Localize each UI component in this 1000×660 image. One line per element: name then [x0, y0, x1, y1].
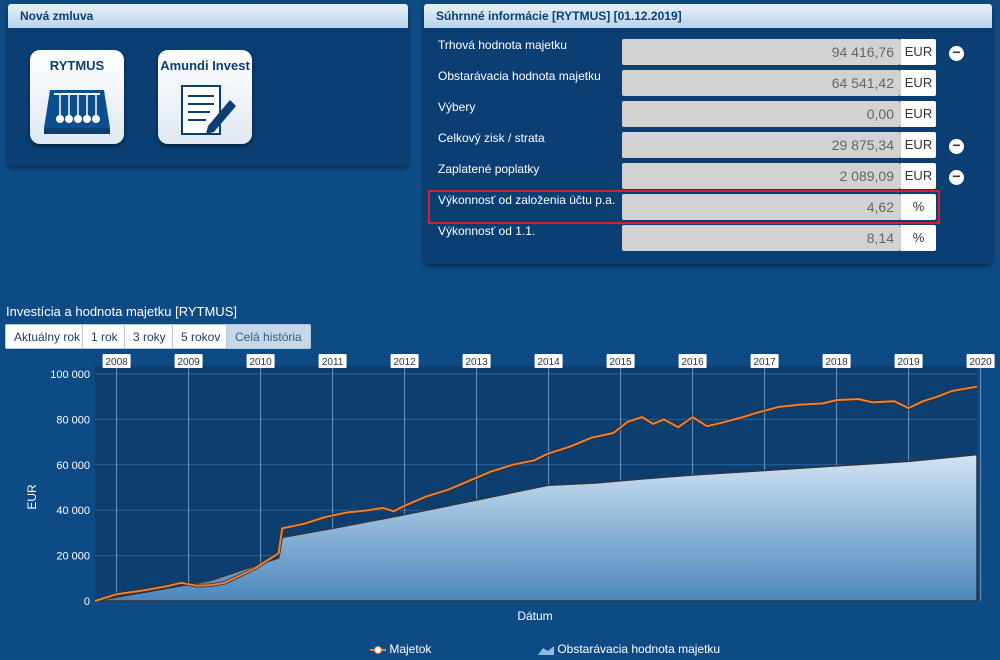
range-button-full-history[interactable]: Celá história: [226, 324, 311, 349]
x-tick-label: 2008: [105, 357, 128, 368]
summary-unit: %: [900, 225, 936, 251]
y-tick-label: 80 000: [56, 414, 90, 426]
summary-value: 2 089,09: [622, 163, 900, 189]
new-contract-panel: Nová zmluva RYTMUS Amundi Invest: [8, 4, 408, 166]
x-tick-label: 2011: [322, 357, 344, 368]
highlight-box: [428, 190, 940, 224]
summary-unit: EUR: [900, 132, 936, 158]
x-tick-label: 2019: [897, 357, 920, 368]
summary-value: 8,14: [622, 225, 900, 251]
investment-chart: 0 20 000 40 000 60 000 80 000 100 000 2008 2009…: [25, 354, 995, 623]
collapse-icon[interactable]: −: [949, 45, 964, 61]
x-axis-label: Dátum: [517, 609, 552, 623]
summary-value: 64 541,42: [622, 70, 900, 96]
x-tick-label: 2016: [681, 357, 704, 368]
summary-unit: EUR: [900, 101, 936, 127]
x-tick-label: 2020: [969, 357, 992, 368]
legend-label: Obstarávacia hodnota majetku: [557, 642, 721, 656]
summary-row-fees: Zaplatené poplatky 2 089,09 EUR −: [424, 160, 992, 189]
summary-header: Súhrnné informácie [RYTMUS] [01.12.2019]: [424, 4, 992, 28]
x-tick-label: 2009: [177, 357, 200, 368]
y-axis-label: EUR: [25, 484, 39, 510]
summary-row-profit-loss: Celkový zisk / strata 29 875,34 EUR −: [424, 129, 992, 158]
collapse-icon[interactable]: −: [949, 138, 964, 154]
x-tick-label: 2017: [753, 357, 776, 368]
amundi-invest-tile-label: Amundi Invest: [160, 58, 250, 73]
summary-value: 0,00: [622, 101, 900, 127]
summary-label: Výbery: [438, 100, 476, 114]
summary-label: Výkonnosť od 1.1.: [438, 224, 536, 238]
legend-item-acquisition[interactable]: Obstarávacia hodnota majetku: [538, 642, 720, 656]
amundi-invest-tile[interactable]: Amundi Invest: [158, 50, 252, 144]
summary-value: 29 875,34: [622, 132, 900, 158]
summary-unit: EUR: [900, 70, 936, 96]
summary-row-acquisition-value: Obstarávacia hodnota majetku 64 541,42 E…: [424, 67, 992, 96]
collapse-icon[interactable]: −: [949, 169, 964, 185]
range-button-3-years[interactable]: 3 roky: [124, 324, 175, 349]
summary-label: Obstarávacia hodnota majetku: [438, 69, 601, 83]
y-tick-label: 100 000: [50, 369, 90, 381]
range-button-1-year[interactable]: 1 rok: [82, 324, 127, 349]
summary-panel: Súhrnné informácie [RYTMUS] [01.12.2019]…: [424, 4, 992, 264]
range-button-current-year[interactable]: Aktuálny rok: [5, 324, 90, 349]
x-tick-label: 2015: [609, 357, 632, 368]
summary-value: 94 416,76: [622, 39, 900, 65]
legend-item-majetok[interactable]: Majetok: [370, 642, 431, 656]
x-tick-label: 2018: [825, 357, 848, 368]
rytmus-tile[interactable]: RYTMUS: [30, 50, 124, 144]
x-tick-label: 2013: [465, 357, 488, 368]
range-button-5-years[interactable]: 5 rokov: [172, 324, 230, 349]
new-contract-header: Nová zmluva: [8, 4, 408, 28]
summary-label: Zaplatené poplatky: [438, 162, 540, 176]
y-tick-label: 40 000: [56, 505, 90, 517]
summary-row-withdrawals: Výbery 0,00 EUR: [424, 98, 992, 127]
x-tick-label: 2010: [249, 357, 272, 368]
contract-signing-icon: [181, 85, 236, 135]
area-marker-icon: [538, 645, 554, 655]
y-tick-label: 20 000: [56, 551, 90, 563]
line-marker-icon: [370, 645, 386, 654]
chart-title: Investícia a hodnota majetku [RYTMUS]: [6, 304, 237, 319]
summary-label: Trhová hodnota majetku: [438, 38, 567, 52]
summary-unit: EUR: [900, 163, 936, 189]
summary-row-market-value: Trhová hodnota majetku 94 416,76 EUR −: [424, 36, 992, 65]
summary-label: Celkový zisk / strata: [438, 131, 545, 145]
rytmus-tile-label: RYTMUS: [49, 58, 105, 73]
summary-row-performance-ytd: Výkonnosť od 1.1. 8,14 %: [424, 222, 992, 251]
y-tick-label: 0: [84, 596, 90, 608]
y-tick-label: 60 000: [56, 460, 90, 472]
summary-unit: EUR: [900, 39, 936, 65]
x-tick-label: 2012: [393, 357, 416, 368]
x-tick-label: 2014: [537, 357, 560, 368]
newtons-cradle-icon: [44, 90, 110, 134]
legend-label: Majetok: [389, 642, 432, 656]
